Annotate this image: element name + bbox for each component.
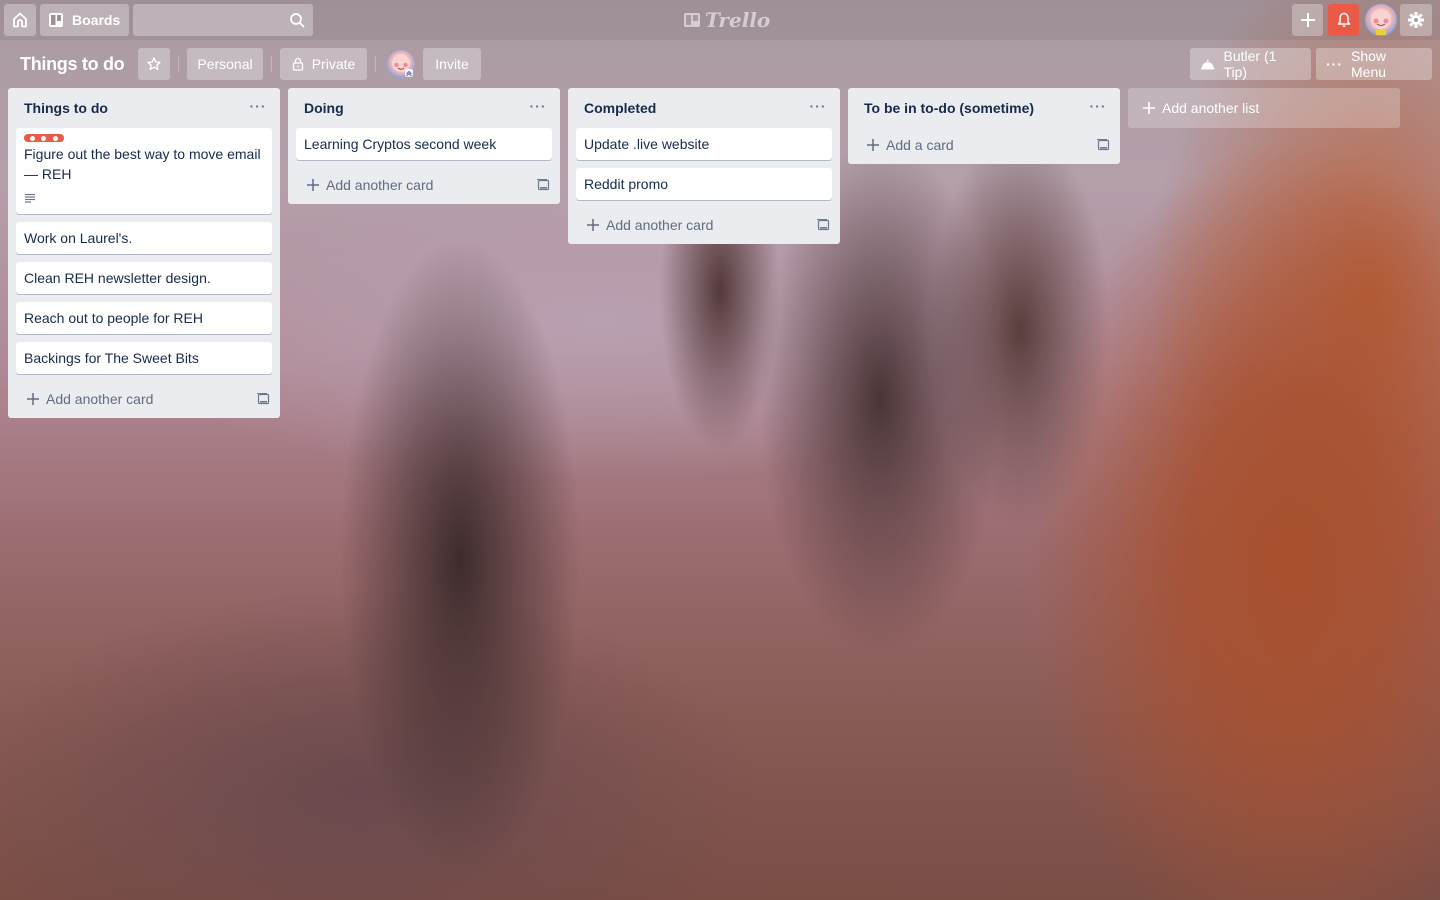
add-card-label: Add a card	[886, 137, 954, 153]
list-footer: Add another card	[8, 380, 280, 418]
butler-button[interactable]: Butler (1 Tip)	[1190, 48, 1311, 80]
list-menu-icon[interactable]: ···	[806, 96, 830, 120]
star-icon	[147, 57, 161, 71]
home-button[interactable]	[4, 4, 36, 36]
gear-icon	[1408, 12, 1424, 28]
card-container: Learning Cryptos second week	[288, 128, 560, 160]
trello-logo[interactable]: Trello	[683, 8, 770, 32]
list-header: To be in to-do (sometime) ···	[848, 88, 1120, 128]
boards-icon	[49, 13, 63, 27]
trello-logo-icon	[684, 13, 700, 27]
list-header: Things to do ···	[8, 88, 280, 128]
card[interactable]: Learning Cryptos second week	[296, 128, 552, 160]
card[interactable]: Reach out to people for REH	[16, 302, 272, 334]
lock-icon	[292, 57, 303, 71]
list-title[interactable]: Completed	[584, 100, 656, 116]
card-template-icon[interactable]	[816, 218, 830, 232]
create-button[interactable]	[1292, 4, 1323, 36]
member-avatar[interactable]	[387, 50, 415, 78]
plus-icon	[307, 179, 319, 191]
list-things-to-do: Things to do ··· Figure out the best way…	[8, 88, 280, 418]
list-title[interactable]: Doing	[304, 100, 344, 116]
card-template-icon[interactable]	[1096, 138, 1110, 152]
card[interactable]: Update .live website	[576, 128, 832, 160]
star-board-button[interactable]	[138, 48, 170, 80]
card-container: Update .live website Reddit promo	[568, 128, 840, 200]
list-menu-icon[interactable]: ···	[526, 96, 550, 120]
divider	[178, 56, 179, 72]
plus-icon	[587, 219, 599, 231]
team-button[interactable]: Personal	[187, 48, 263, 80]
notifications-button[interactable]	[1328, 4, 1359, 36]
list-menu-icon[interactable]: ···	[1086, 96, 1110, 120]
card-badges	[24, 188, 264, 208]
card-template-icon[interactable]	[536, 178, 550, 192]
board-title[interactable]: Things to do	[12, 48, 132, 80]
settings-button[interactable]	[1400, 4, 1432, 36]
add-card-button[interactable]: Add another card	[586, 217, 713, 233]
avatar-face-icon	[392, 54, 413, 77]
card-container: Figure out the best way to move email — …	[8, 128, 280, 374]
card[interactable]: Figure out the best way to move email — …	[16, 128, 272, 214]
list-doing: Doing ··· Learning Cryptos second week A…	[288, 88, 560, 204]
plus-icon	[867, 139, 879, 151]
card[interactable]: Reddit promo	[576, 168, 832, 200]
list-footer: Add another card	[568, 206, 840, 244]
more-icon: ···	[1326, 56, 1343, 72]
divider	[271, 56, 272, 72]
add-card-label: Add another card	[46, 391, 154, 407]
invite-button[interactable]: Invite	[423, 48, 481, 80]
logo-text: Trello	[705, 8, 771, 32]
card-label-red[interactable]	[24, 134, 64, 142]
visibility-button[interactable]: Private	[280, 48, 367, 80]
board-header: Things to do Personal Private Invite But…	[0, 40, 1440, 88]
search-input[interactable]	[133, 4, 313, 36]
plus-icon	[1300, 13, 1315, 27]
list-to-be-in-to-do: To be in to-do (sometime) ··· Add a card	[848, 88, 1120, 164]
add-card-button[interactable]: Add another card	[26, 391, 153, 407]
list-header: Completed ···	[568, 88, 840, 128]
boards-label: Boards	[72, 12, 121, 28]
list-menu-icon[interactable]: ···	[246, 96, 270, 120]
butler-label: Butler (1 Tip)	[1223, 48, 1277, 80]
card-title: Figure out the best way to move email — …	[24, 146, 261, 182]
add-card-button[interactable]: Add a card	[866, 137, 954, 153]
list-footer: Add a card	[848, 126, 1120, 164]
card[interactable]: Clean REH newsletter design.	[16, 262, 272, 294]
plus-icon	[1143, 102, 1155, 114]
list-header: Doing ···	[288, 88, 560, 128]
visibility-label: Private	[311, 56, 356, 72]
divider	[375, 56, 376, 72]
card[interactable]: Backings for The Sweet Bits	[16, 342, 272, 374]
add-list-label: Add another list	[1162, 100, 1260, 116]
bell-icon	[1337, 12, 1350, 27]
list-title[interactable]: Things to do	[24, 100, 108, 116]
plus-icon	[27, 393, 39, 405]
list-completed: Completed ··· Update .live website Reddi…	[568, 88, 840, 244]
top-nav-bar: Boards Trello	[0, 0, 1440, 40]
butler-bell-icon	[1200, 59, 1215, 70]
card[interactable]: Work on Laurel's.	[16, 222, 272, 254]
show-menu-button[interactable]: ··· Show Menu	[1316, 48, 1432, 80]
add-card-button[interactable]: Add another card	[306, 177, 433, 193]
add-list-button[interactable]: Add another list	[1128, 88, 1400, 128]
list-title[interactable]: To be in to-do (sometime)	[864, 100, 1034, 116]
boards-button[interactable]: Boards	[40, 4, 129, 36]
search-icon	[290, 13, 305, 28]
card-template-icon[interactable]	[256, 392, 270, 406]
show-menu-label: Show Menu	[1351, 48, 1387, 80]
home-icon	[13, 12, 27, 28]
user-avatar[interactable]	[1365, 4, 1397, 36]
avatar-face-icon	[1371, 9, 1391, 35]
list-footer: Add another card	[288, 166, 560, 204]
add-card-label: Add another card	[606, 217, 714, 233]
add-card-label: Add another card	[326, 177, 434, 193]
description-icon	[25, 193, 35, 203]
